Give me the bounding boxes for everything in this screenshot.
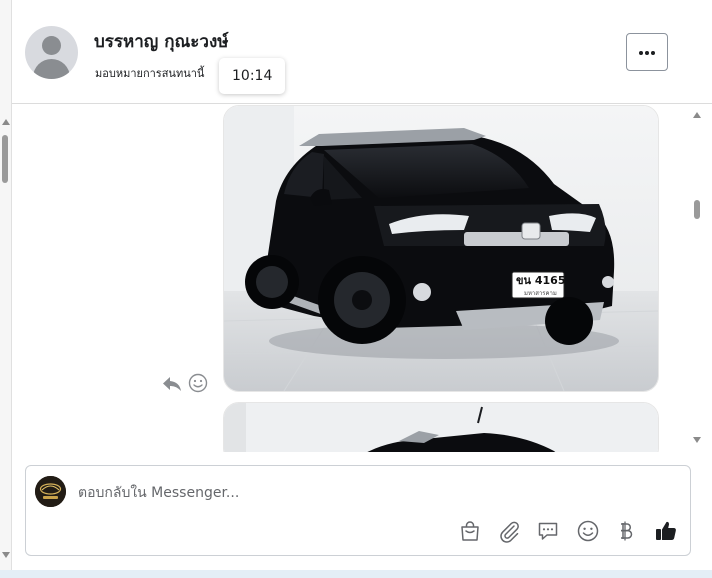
payment-button[interactable] — [614, 519, 638, 543]
contact-avatar[interactable] — [25, 26, 78, 79]
saved-reply-button[interactable] — [536, 519, 560, 543]
paperclip-icon — [500, 521, 519, 543]
baht-icon — [621, 521, 633, 541]
svg-text:มหาสารคาม: มหาสารคาม — [524, 290, 557, 297]
scroll-thumb[interactable] — [2, 135, 8, 183]
page-avatar — [35, 476, 66, 507]
thread-scrollbar[interactable] — [690, 104, 704, 452]
shopping-bag-icon — [461, 521, 479, 541]
emoji-button[interactable] — [576, 519, 600, 543]
scroll-thumb[interactable] — [694, 200, 700, 219]
car-photo — [224, 403, 658, 452]
message-image[interactable]: ขน 4165 มหาสารคาม — [223, 105, 659, 392]
like-button[interactable] — [654, 519, 678, 543]
emoji-icon — [577, 520, 599, 542]
more-horizontal-icon — [639, 51, 655, 55]
message-thread[interactable]: ขน 4165 มหาสารคาม — [12, 104, 712, 452]
reply-icon[interactable] — [162, 375, 182, 393]
scroll-down-arrow[interactable] — [693, 437, 701, 443]
svg-text:ขน 4165: ขน 4165 — [516, 274, 565, 287]
emoji-icon[interactable] — [188, 373, 208, 393]
conversation-panel: บรรหาญ กุณะวงษ์ มอบหมายการสนทนานี้ 10:14 — [12, 0, 712, 570]
assign-conversation-link[interactable]: มอบหมายการสนทนานี้ — [95, 64, 204, 82]
conversation-header: บรรหาญ กุณะวงษ์ มอบหมายการสนทนานี้ 10:14 — [12, 0, 712, 104]
scroll-up-arrow[interactable] — [2, 119, 10, 125]
scroll-down-arrow[interactable] — [2, 552, 10, 558]
left-scrollbar[interactable] — [0, 0, 12, 570]
page-logo-icon — [35, 476, 66, 507]
reply-input[interactable] — [78, 480, 638, 506]
scroll-up-arrow[interactable] — [693, 112, 701, 118]
reply-composer — [25, 465, 691, 556]
shopping-bag-button[interactable] — [458, 519, 482, 543]
car-photo: ขน 4165 มหาสารคาม — [224, 106, 658, 391]
message-image[interactable] — [223, 402, 659, 452]
message-actions — [162, 372, 210, 396]
window-bottom-band — [0, 569, 712, 578]
contact-name[interactable]: บรรหาญ กุณะวงษ์ — [94, 28, 228, 55]
thumbs-up-icon — [656, 521, 676, 540]
saved-reply-icon — [538, 522, 558, 540]
time-tooltip: 10:14 — [219, 58, 286, 94]
attach-button[interactable] — [497, 519, 521, 543]
more-options-button[interactable] — [626, 33, 668, 71]
